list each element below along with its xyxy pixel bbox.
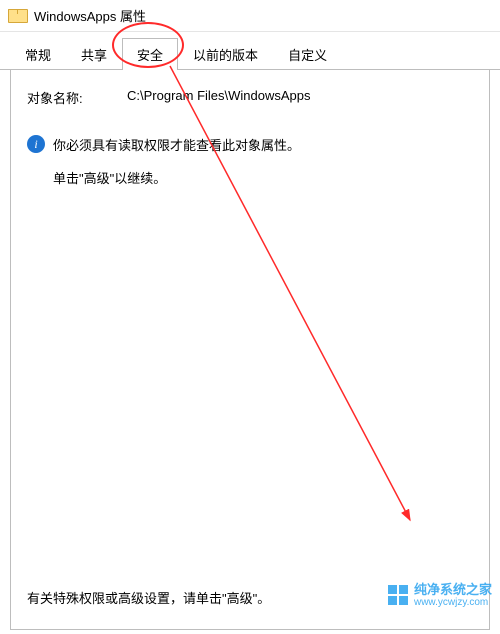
watermark-logo-icon bbox=[388, 585, 408, 605]
advanced-note: 有关特殊权限或高级设置，请单击"高级"。 bbox=[27, 588, 270, 607]
tab-sharing[interactable]: 共享 bbox=[66, 38, 122, 70]
info-icon: i bbox=[27, 135, 45, 153]
security-panel: 对象名称: C:\Program Files\WindowsApps i 你必须… bbox=[10, 70, 490, 630]
info-message: 你必须具有读取权限才能查看此对象属性。 bbox=[53, 135, 300, 154]
info-row: i 你必须具有读取权限才能查看此对象属性。 bbox=[27, 135, 473, 154]
tab-customize[interactable]: 自定义 bbox=[273, 38, 342, 70]
watermark-text: 纯净系统之家 www.ycwjzy.com bbox=[414, 583, 492, 608]
object-name-label: 对象名称: bbox=[27, 88, 127, 107]
tab-general[interactable]: 常规 bbox=[10, 38, 66, 70]
continue-hint: 单击"高级"以继续。 bbox=[53, 168, 473, 187]
tab-previous-versions[interactable]: 以前的版本 bbox=[178, 38, 273, 70]
object-name-row: 对象名称: C:\Program Files\WindowsApps bbox=[27, 88, 473, 107]
watermark: 纯净系统之家 www.ycwjzy.com bbox=[388, 583, 492, 608]
tab-security[interactable]: 安全 bbox=[122, 38, 178, 70]
tabstrip: 常规 共享 安全 以前的版本 自定义 bbox=[0, 32, 500, 70]
titlebar: WindowsApps 属性 bbox=[0, 0, 500, 32]
watermark-line1: 纯净系统之家 bbox=[414, 583, 492, 597]
object-name-value: C:\Program Files\WindowsApps bbox=[127, 88, 311, 107]
window-title: WindowsApps 属性 bbox=[34, 6, 146, 25]
folder-icon bbox=[8, 9, 26, 23]
watermark-line2: www.ycwjzy.com bbox=[414, 597, 492, 608]
